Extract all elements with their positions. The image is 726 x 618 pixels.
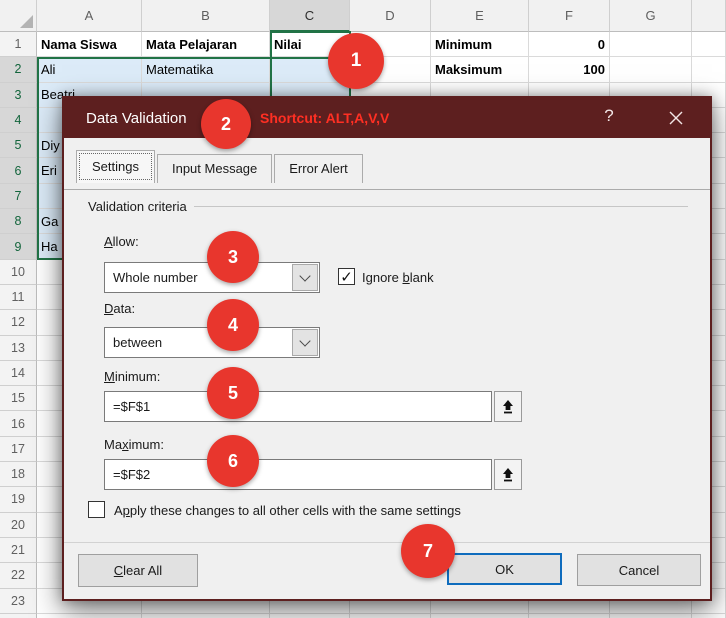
data-validation-dialog: Data Validation Shortcut: ALT,A,V,V ? Se… <box>62 96 712 601</box>
row-header-6[interactable]: 6 <box>0 158 37 184</box>
row-header-9[interactable]: 9 <box>0 234 37 260</box>
allow-dropdown-value: Whole number <box>113 270 198 285</box>
maximum-input[interactable]: =$F$2 <box>104 459 492 490</box>
row-header-1[interactable]: 1 <box>0 32 37 58</box>
cell-E1[interactable]: Minimum <box>431 32 529 58</box>
cell-B2[interactable]: Matematika <box>142 57 270 83</box>
cell-xx[interactable] <box>692 613 726 618</box>
row-header-4[interactable]: 4 <box>0 107 37 134</box>
column-header-E[interactable]: E <box>431 0 529 32</box>
footer-divider <box>64 542 710 543</box>
cell-G1[interactable] <box>610 32 692 58</box>
row-header-19[interactable]: 19 <box>0 487 37 513</box>
range-picker-icon[interactable] <box>494 391 522 422</box>
tab-strip-line <box>64 189 710 190</box>
dialog-title: Data Validation <box>86 109 187 127</box>
row-header-14[interactable]: 14 <box>0 360 37 387</box>
cell-E2[interactable]: Maksimum <box>431 57 529 83</box>
cell-A2[interactable]: Ali <box>37 57 142 83</box>
column-header-A[interactable]: A <box>37 0 142 32</box>
shortcut-hint: Shortcut: ALT,A,V,V <box>260 110 390 126</box>
row-header-22[interactable]: 22 <box>0 563 37 589</box>
row-header-18[interactable]: 18 <box>0 462 37 488</box>
cell-Dx[interactable] <box>350 613 431 618</box>
step-badge-6: 6 <box>207 435 259 487</box>
row-header-17[interactable]: 17 <box>0 436 37 463</box>
dialog-tabs: Settings Input Message Error Alert <box>76 150 365 183</box>
ignore-blank-label: Ignore blank <box>362 270 434 285</box>
validation-criteria-label: Validation criteria <box>88 199 187 214</box>
step-badge-4: 4 <box>207 299 259 351</box>
step-badge-2: 2 <box>201 99 251 149</box>
row-header-21[interactable]: 21 <box>0 537 37 564</box>
cell-Fx[interactable] <box>529 613 610 618</box>
column-header-F[interactable]: F <box>529 0 610 32</box>
cell-F1[interactable]: 0 <box>529 32 610 58</box>
row-header-15[interactable]: 15 <box>0 386 37 412</box>
column-header-D[interactable]: D <box>350 0 431 32</box>
row-header-13[interactable]: 13 <box>0 335 37 361</box>
column-header-C[interactable]: C <box>270 0 350 32</box>
cell-Gx[interactable] <box>610 613 692 618</box>
row-header-10[interactable]: 10 <box>0 259 37 285</box>
step-badge-5: 5 <box>207 367 259 419</box>
cell-x1[interactable] <box>692 32 726 58</box>
step-badge-1: 1 <box>328 33 384 89</box>
row-header-23[interactable]: 23 <box>0 588 37 614</box>
tab-settings[interactable]: Settings <box>76 150 155 183</box>
column-header-partial[interactable] <box>692 0 726 32</box>
cell-B1[interactable]: Mata Pelajaran <box>142 32 270 58</box>
column-header-G[interactable]: G <box>610 0 692 32</box>
step-badge-7: 7 <box>401 524 455 578</box>
tab-error-alert[interactable]: Error Alert <box>274 154 363 183</box>
cell-Ex[interactable] <box>431 613 529 618</box>
data-label: Data: <box>104 301 136 316</box>
dialog-title-bar[interactable]: Data Validation Shortcut: ALT,A,V,V ? <box>64 98 710 138</box>
cancel-button[interactable]: Cancel <box>577 554 701 586</box>
column-header-B[interactable]: B <box>142 0 270 32</box>
clear-all-button[interactable]: Clear All <box>78 554 198 587</box>
minimum-label: Minimum: <box>104 369 161 384</box>
minimum-input[interactable]: =$F$1 <box>104 391 492 422</box>
apply-changes-label: Apply these changes to all other cells w… <box>114 503 461 518</box>
group-divider <box>193 206 688 207</box>
range-picker-icon[interactable] <box>494 459 522 490</box>
row-header-5[interactable]: 5 <box>0 133 37 159</box>
validation-criteria-group: Validation criteria <box>88 199 688 214</box>
apply-changes-checkbox[interactable] <box>88 501 105 518</box>
cell-A1[interactable]: Nama Siswa <box>37 32 142 58</box>
close-icon[interactable] <box>662 107 690 129</box>
cell-Cx[interactable] <box>270 613 350 618</box>
cell-G2[interactable] <box>610 57 692 83</box>
row-header-11[interactable]: 11 <box>0 284 37 311</box>
ignore-blank-checkbox[interactable]: ✓ <box>338 268 355 286</box>
chevron-down-icon[interactable] <box>292 329 318 356</box>
row-header-partial[interactable] <box>0 613 37 618</box>
row-header-16[interactable]: 16 <box>0 411 37 437</box>
row-header-8[interactable]: 8 <box>0 209 37 235</box>
chevron-down-icon[interactable] <box>292 264 318 291</box>
row-header-3[interactable]: 3 <box>0 82 37 108</box>
help-icon[interactable]: ? <box>598 106 620 126</box>
row-header-12[interactable]: 12 <box>0 310 37 336</box>
cell-Ax[interactable] <box>37 613 142 618</box>
select-all-corner[interactable] <box>0 0 37 32</box>
step-badge-3: 3 <box>207 231 259 283</box>
row-header-20[interactable]: 20 <box>0 512 37 538</box>
ok-button[interactable]: OK <box>447 553 562 585</box>
tab-input-message[interactable]: Input Message <box>156 154 273 183</box>
data-dropdown-value: between <box>113 335 163 350</box>
cell-F2[interactable]: 100 <box>529 57 610 83</box>
cell-x2[interactable] <box>692 57 726 83</box>
cell-Bx[interactable] <box>142 613 270 618</box>
row-header-2[interactable]: 2 <box>0 57 37 83</box>
maximum-label: Maximum: <box>104 437 164 452</box>
row-header-7[interactable]: 7 <box>0 183 37 210</box>
allow-label: Allow: <box>104 234 139 249</box>
